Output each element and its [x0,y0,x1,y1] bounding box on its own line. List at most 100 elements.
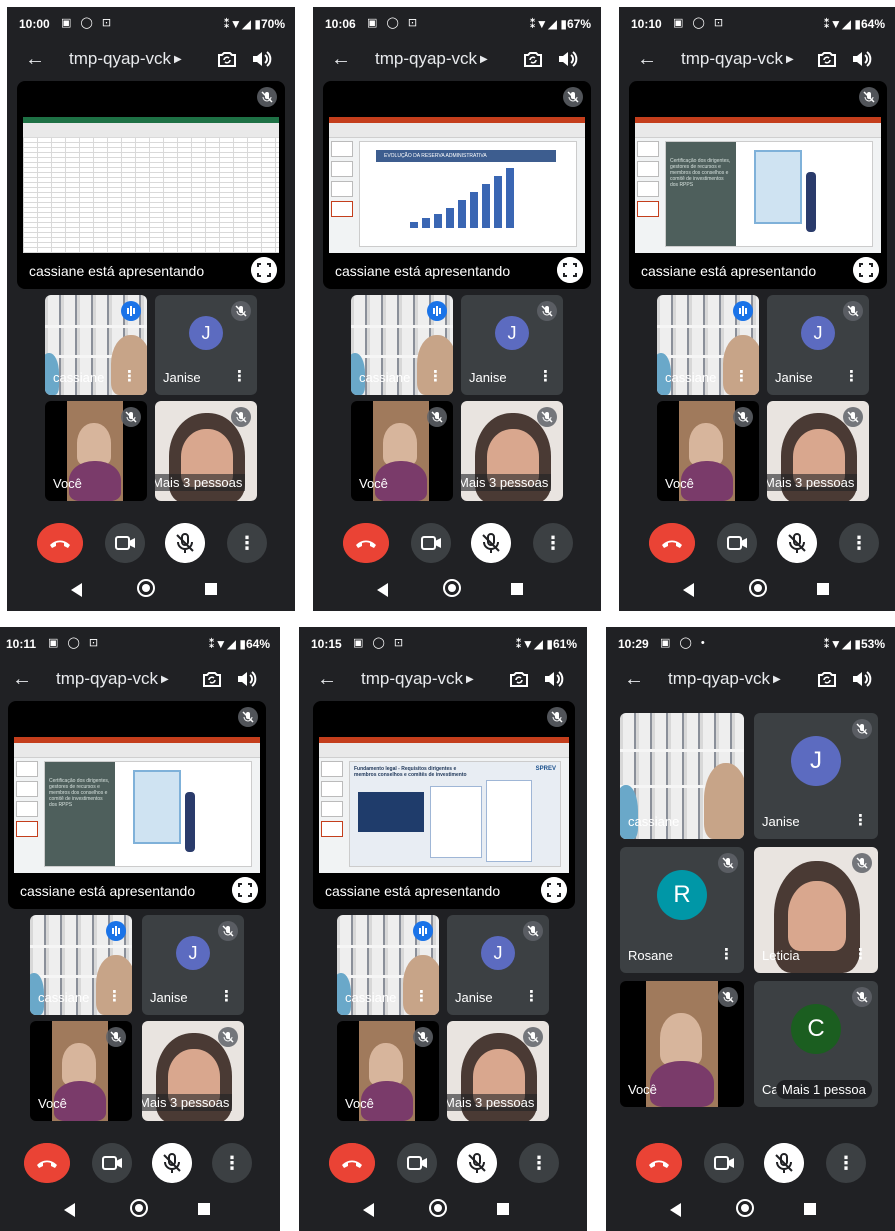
camera-switch-icon[interactable] [215,47,239,71]
participant-tile-more[interactable]: Mais 3 pessoas [155,401,257,501]
phone-hangup-icon[interactable] [636,1143,682,1183]
camera-switch-icon[interactable] [507,667,531,691]
phone-hangup-icon[interactable] [24,1143,70,1183]
participant-tile-more[interactable]: Mais 3 pessoas [447,1021,549,1121]
participant-tile-cassiane[interactable]: cassiane ⋮ [30,915,132,1015]
camera-switch-icon[interactable] [200,667,224,691]
fullscreen-icon[interactable] [853,257,879,283]
more-options-icon[interactable]: ⋮ [428,367,443,385]
arrow-left-icon[interactable]: ← [624,668,644,691]
nav-back-icon[interactable] [64,1203,75,1217]
nav-back-icon[interactable] [683,583,694,597]
more-options-icon[interactable]: ⋮ [122,367,137,385]
participant-tile-janise[interactable]: J Janise ⋮ [754,713,878,839]
arrow-left-icon[interactable]: ← [331,48,351,71]
nav-home-icon[interactable] [749,579,767,597]
more-options-button[interactable]: ⋮ [533,523,573,563]
arrow-left-icon[interactable]: ← [637,48,657,71]
nav-home-icon[interactable] [137,579,155,597]
more-options-button[interactable]: ⋮ [826,1143,866,1183]
phone-hangup-icon[interactable] [329,1143,375,1183]
participant-tile-you[interactable]: Você [337,1021,439,1121]
videocam-icon[interactable] [704,1143,744,1183]
more-options-icon[interactable]: ⋮ [844,367,859,385]
meeting-code[interactable]: tmp-qyap-vck ▶ [375,49,488,69]
arrow-left-icon[interactable]: ← [25,48,45,71]
more-options-icon[interactable]: ⋮ [524,987,539,1005]
videocam-icon[interactable] [397,1143,437,1183]
participant-tile-cassiane[interactable]: cassiane [620,713,744,839]
phone-hangup-icon[interactable] [37,523,83,563]
videocam-icon[interactable] [92,1143,132,1183]
mic-off-icon[interactable] [152,1143,192,1183]
camera-switch-icon[interactable] [521,47,545,71]
speaker-icon[interactable] [849,667,873,691]
camera-switch-icon[interactable] [815,47,839,71]
participant-tile-cassiane[interactable]: cassiane ⋮ [45,295,147,395]
more-options-icon[interactable]: ⋮ [414,987,429,1005]
mic-off-icon[interactable] [457,1143,497,1183]
more-participants-label[interactable]: Mais 1 pessoa [776,1080,872,1099]
more-options-icon[interactable]: ⋮ [853,945,868,963]
mic-off-icon[interactable] [471,523,511,563]
meeting-code[interactable]: tmp-qyap-vck ▶ [56,669,169,689]
participant-tile-janise[interactable]: J Janise ⋮ [461,295,563,395]
more-options-button[interactable]: ⋮ [212,1143,252,1183]
more-options-icon[interactable]: ⋮ [853,811,868,829]
nav-home-icon[interactable] [736,1199,754,1217]
nav-recents-icon[interactable] [804,1203,816,1215]
more-options-icon[interactable]: ⋮ [107,987,122,1005]
participant-tile-leticia[interactable]: Leticia ⋮ [754,847,878,973]
more-options-button[interactable]: ⋮ [839,523,879,563]
participant-tile-cassiane[interactable]: cassiane ⋮ [337,915,439,1015]
more-options-icon[interactable]: ⋮ [734,367,749,385]
speaker-icon[interactable] [555,47,579,71]
fullscreen-icon[interactable] [251,257,277,283]
more-options-icon[interactable]: ⋮ [719,945,734,963]
participant-tile-rosane[interactable]: R Rosane ⋮ [620,847,744,973]
more-options-icon[interactable]: ⋮ [219,987,234,1005]
nav-recents-icon[interactable] [205,583,217,595]
presentation-tile[interactable]: Certificação dos dirigentes, gestores de… [629,81,887,289]
nav-back-icon[interactable] [71,583,82,597]
mic-off-icon[interactable] [777,523,817,563]
participant-tile-janise[interactable]: J Janise ⋮ [447,915,549,1015]
nav-home-icon[interactable] [130,1199,148,1217]
mic-off-icon[interactable] [764,1143,804,1183]
speaker-icon[interactable] [849,47,873,71]
participant-tile-c[interactable]: C Ca Mais 1 pessoa [754,981,878,1107]
participant-tile-you[interactable]: Você [620,981,744,1107]
participant-tile-you[interactable]: Você [351,401,453,501]
videocam-icon[interactable] [105,523,145,563]
participant-tile-janise[interactable]: J Janise ⋮ [155,295,257,395]
participant-tile-more[interactable]: Mais 3 pessoas [142,1021,244,1121]
nav-home-icon[interactable] [443,579,461,597]
participant-tile-you[interactable]: Você [45,401,147,501]
participant-tile-cassiane[interactable]: cassiane ⋮ [351,295,453,395]
camera-switch-icon[interactable] [815,667,839,691]
presentation-tile[interactable]: Fundamento legal - Requisitos dirigentes… [313,701,575,909]
videocam-icon[interactable] [717,523,757,563]
arrow-left-icon[interactable]: ← [12,668,32,691]
phone-hangup-icon[interactable] [343,523,389,563]
videocam-icon[interactable] [411,523,451,563]
participant-tile-you[interactable]: Você [30,1021,132,1121]
speaker-icon[interactable] [234,667,258,691]
arrow-left-icon[interactable]: ← [317,668,337,691]
meeting-code[interactable]: tmp-qyap-vck ▶ [69,49,182,69]
fullscreen-icon[interactable] [232,877,258,903]
participant-tile-janise[interactable]: J Janise ⋮ [142,915,244,1015]
fullscreen-icon[interactable] [557,257,583,283]
more-options-icon[interactable]: ⋮ [232,367,247,385]
more-options-button[interactable]: ⋮ [227,523,267,563]
more-options-button[interactable]: ⋮ [519,1143,559,1183]
participant-tile-you[interactable]: Você [657,401,759,501]
nav-recents-icon[interactable] [497,1203,509,1215]
speaker-icon[interactable] [541,667,565,691]
participant-tile-more[interactable]: Mais 3 pessoas [767,401,869,501]
more-options-icon[interactable]: ⋮ [538,367,553,385]
nav-back-icon[interactable] [377,583,388,597]
meeting-code[interactable]: tmp-qyap-vck ▶ [681,49,794,69]
participant-tile-cassiane[interactable]: cassiane ⋮ [657,295,759,395]
speaker-icon[interactable] [249,47,273,71]
